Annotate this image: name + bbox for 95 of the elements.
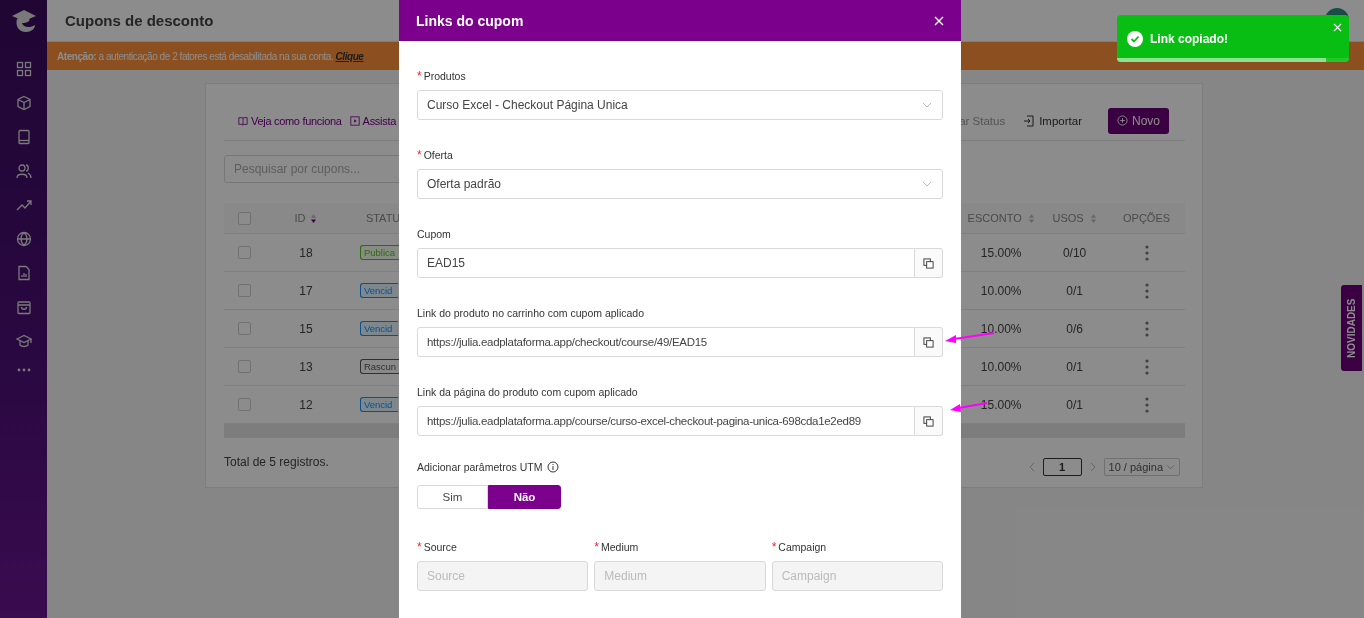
text-field[interactable]: https://julia.eadplataforma.app/course/curso-excel-checkout-pagina-unica-698cda1e2ed89 [417, 406, 915, 436]
graduation-cap-icon[interactable] [15, 333, 32, 349]
success-icon [1127, 30, 1143, 47]
checkbox[interactable] [238, 246, 252, 259]
checkbox[interactable] [238, 211, 252, 225]
copy-button[interactable] [915, 406, 943, 436]
book-icon[interactable] [15, 129, 32, 145]
more-options-icon[interactable] [1144, 320, 1149, 337]
import-action[interactable]: Importar [1023, 114, 1082, 127]
table-cell: 15.00% [980, 397, 1022, 412]
status-tag: Vencid [359, 283, 399, 298]
table-cell: 15.00% [980, 245, 1022, 260]
more-options-icon[interactable] [1144, 244, 1149, 261]
select-field[interactable]: Curso Excel - Checkout Página Unica [417, 90, 943, 120]
toast-message: Link copiado! [1150, 31, 1228, 46]
status-tag: Vencid [359, 397, 399, 412]
toggle-option[interactable]: Não [488, 485, 561, 509]
chevron-down-icon [922, 102, 932, 108]
help-link[interactable]: Veja como funciona [238, 114, 342, 127]
status-tag: Publica [359, 245, 402, 260]
table-cell: 17 [299, 283, 313, 298]
copy-button[interactable] [915, 248, 943, 278]
field-label: Campaign [778, 540, 827, 553]
checkbox[interactable] [238, 398, 252, 411]
cube-icon[interactable] [15, 95, 32, 111]
video-link[interactable]: Assista [349, 114, 396, 127]
table-cell: 12 [299, 397, 313, 412]
page-size-select[interactable]: 10 / página [1103, 458, 1180, 476]
trending-icon[interactable] [15, 197, 32, 213]
copy-icon [923, 336, 934, 348]
utm-label: Adicionar parâmetros UTM [417, 460, 543, 473]
column-header[interactable]: USOS [1052, 212, 1084, 224]
more-options-icon[interactable] [1144, 396, 1149, 413]
copy-button[interactable] [915, 327, 943, 357]
column-header[interactable]: ESCONTO [967, 212, 1022, 224]
column-header: STATU [365, 212, 401, 224]
table-cell: 10.00% [980, 283, 1022, 298]
new-button[interactable]: Novo [1108, 107, 1169, 134]
required-mark: * [594, 540, 599, 553]
report-icon[interactable] [15, 265, 32, 281]
banner-link[interactable]: Clique [335, 50, 364, 62]
import-icon [1023, 114, 1036, 127]
more-options-icon[interactable] [1144, 358, 1149, 375]
more-icon[interactable] [15, 367, 32, 373]
modal-title: Links do cupom [416, 12, 524, 29]
checkbox[interactable] [238, 284, 252, 297]
page-title: Cupons de desconto [65, 12, 214, 29]
table-cell: 10.00% [980, 321, 1022, 336]
select-field[interactable]: Oferta padrão [417, 169, 943, 199]
field-label: Cupom [417, 227, 451, 240]
info-icon[interactable] [547, 460, 560, 473]
warning-text: Atenção: a autenticação de 2 fatores está desabilitada na sua conta. Clique [57, 50, 364, 62]
column-header: OPÇÕES [1123, 212, 1171, 224]
total-text: Total de 5 registros. [224, 455, 329, 469]
plus-icon [1117, 115, 1128, 126]
grid-icon[interactable] [15, 61, 32, 77]
required-mark: * [771, 540, 777, 553]
table-cell: 18 [299, 245, 313, 260]
copy-icon [923, 415, 934, 427]
page-input[interactable]: 1 [1042, 458, 1082, 476]
field-label: Produtos [423, 69, 466, 82]
table-cell: 0/1 [1066, 283, 1083, 298]
status-tag: Vencid [359, 321, 399, 336]
table-cell: 0/6 [1066, 321, 1083, 336]
column-header[interactable]: ID [294, 212, 306, 224]
toggle-option[interactable]: Sim [417, 485, 488, 509]
users-icon[interactable] [15, 163, 32, 179]
table-cell: 0/1 [1066, 359, 1083, 374]
pointer-arrow [944, 331, 996, 345]
globe-icon[interactable] [15, 231, 32, 247]
checkbox[interactable] [238, 360, 252, 373]
sort-icon[interactable] [310, 212, 318, 224]
required-mark: * [417, 540, 422, 553]
checkbox[interactable] [238, 322, 252, 335]
field-label: Medium [601, 540, 639, 553]
field-label: Link do produto no carrinho com cupom aplicado [417, 306, 645, 319]
field-label: Link da página do produto com cupom aplicado [417, 385, 638, 398]
copy-icon [923, 257, 934, 269]
news-tab[interactable]: NOVIDADES [1341, 285, 1362, 371]
table-cell: 0/1 [1066, 397, 1083, 412]
play-icon [349, 115, 360, 126]
table-cell: 10.00% [980, 359, 1022, 374]
text-field[interactable]: https://julia.eadplataforma.app/checkout/course/49/EAD15 [417, 327, 915, 357]
bag-icon[interactable] [15, 299, 32, 315]
field-label: Source [423, 540, 457, 553]
table-cell: 13 [299, 359, 313, 374]
close-icon[interactable] [934, 15, 944, 26]
table-cell: 0/10 [1062, 245, 1087, 260]
text-field[interactable]: EAD15 [417, 248, 915, 278]
chevron-down-icon [922, 181, 932, 187]
chevron-down-icon [1166, 464, 1175, 470]
book-icon [238, 115, 248, 126]
table-cell: 15 [299, 321, 313, 336]
more-options-icon[interactable] [1144, 282, 1149, 299]
required-mark: * [417, 69, 422, 82]
